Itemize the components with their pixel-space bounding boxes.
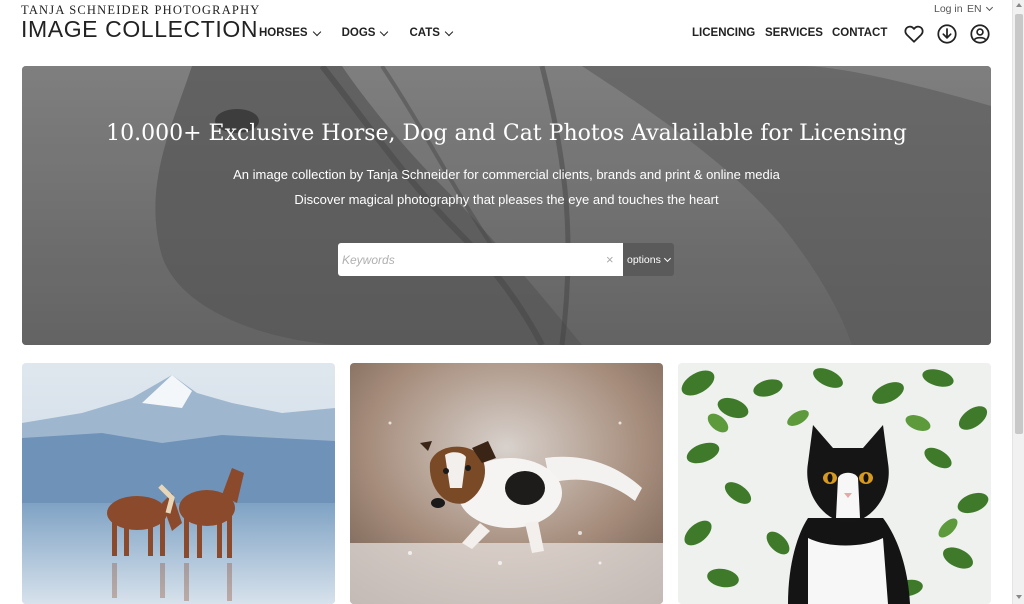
hero-subtitle-2: Discover magical photography that please… bbox=[294, 192, 719, 207]
search-input[interactable] bbox=[338, 243, 598, 276]
hero-subtitle-1: An image collection by Tanja Schneider f… bbox=[233, 167, 780, 182]
nav-item-label: HORSES bbox=[259, 27, 308, 39]
nav-item-dogs[interactable]: DOGS bbox=[341, 27, 389, 39]
page-scrollbar[interactable] bbox=[1012, 0, 1024, 604]
chevron-down-icon bbox=[312, 27, 321, 36]
search-box: × bbox=[338, 243, 623, 276]
dog-photo bbox=[350, 363, 663, 604]
scroll-up-arrow-icon[interactable] bbox=[1016, 3, 1022, 7]
chevron-down-icon bbox=[380, 27, 389, 36]
image-card-cat[interactable] bbox=[678, 363, 991, 604]
user-icon[interactable] bbox=[969, 23, 991, 45]
nav-item-horses[interactable]: HORSES bbox=[259, 27, 321, 39]
nav-item-label: DOGS bbox=[341, 27, 376, 39]
nav-item-services[interactable]: SERVICES bbox=[765, 27, 823, 39]
nav-item-cats[interactable]: CATS bbox=[409, 27, 454, 39]
language-selector[interactable]: EN bbox=[967, 3, 993, 15]
image-card-horses[interactable] bbox=[22, 363, 335, 604]
horses-photo bbox=[22, 363, 335, 604]
image-card-dog[interactable] bbox=[350, 363, 663, 604]
scroll-down-arrow-icon[interactable] bbox=[1016, 595, 1022, 599]
options-label: options bbox=[627, 253, 661, 266]
nav-item-licencing[interactable]: LICENCING bbox=[692, 27, 755, 39]
search-options-button[interactable]: options bbox=[623, 243, 674, 276]
primary-nav: HORSES DOGS CATS bbox=[259, 27, 474, 39]
download-icon[interactable] bbox=[936, 23, 958, 45]
chevron-down-icon bbox=[985, 3, 993, 12]
clear-search-icon[interactable]: × bbox=[606, 252, 614, 267]
brand-logo-title[interactable]: IMAGE COLLECTION bbox=[21, 16, 258, 43]
chevron-down-icon bbox=[444, 27, 454, 36]
heart-icon[interactable] bbox=[903, 23, 925, 45]
hero-title: 10.000+ Exclusive Horse, Dog and Cat Pho… bbox=[106, 121, 907, 146]
nav-item-contact[interactable]: CONTACT bbox=[832, 27, 887, 39]
login-link[interactable]: Log in bbox=[934, 3, 963, 15]
hero-banner: 10.000+ Exclusive Horse, Dog and Cat Pho… bbox=[22, 66, 991, 345]
language-label: EN bbox=[967, 3, 982, 15]
cat-photo bbox=[678, 363, 991, 604]
nav-item-label: CATS bbox=[409, 27, 440, 39]
chevron-down-icon bbox=[663, 254, 671, 262]
site-header: TANJA SCHNEIDER PHOTOGRAPHY IMAGE COLLEC… bbox=[0, 0, 1012, 62]
scrollbar-thumb[interactable] bbox=[1015, 14, 1023, 434]
